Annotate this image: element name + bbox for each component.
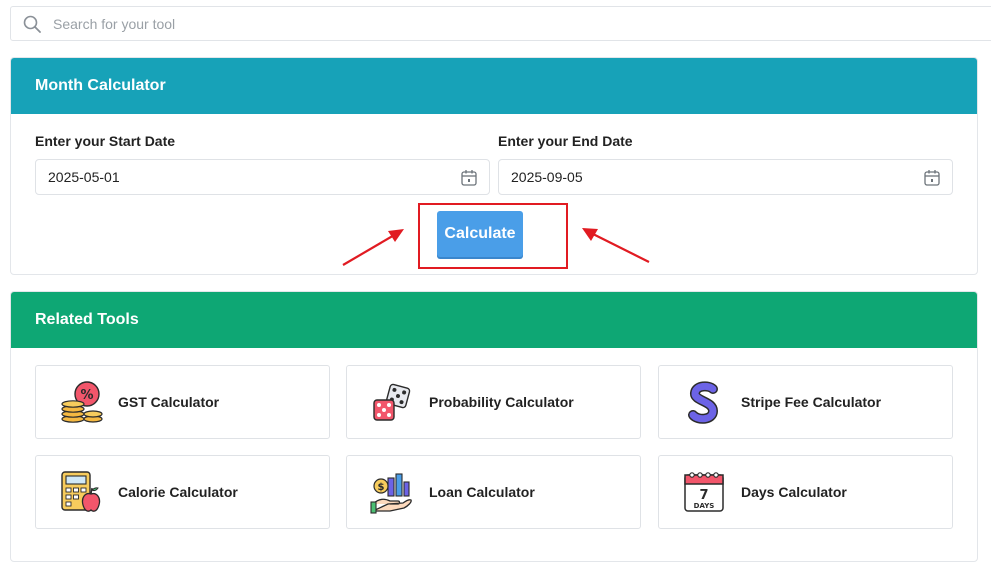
tool-label: Loan Calculator bbox=[429, 484, 535, 500]
calendar-icon[interactable] bbox=[461, 169, 477, 186]
days-icon-word: DAYS bbox=[694, 502, 715, 510]
end-date-input[interactable]: 2025-09-05 bbox=[498, 159, 953, 195]
tool-loan-calculator[interactable]: $ Loan Calculator bbox=[346, 455, 641, 529]
days-icon-number: 7 bbox=[699, 488, 708, 503]
dice-icon bbox=[369, 379, 415, 425]
calculate-button[interactable]: Calculate bbox=[437, 211, 523, 257]
search-bar[interactable] bbox=[10, 6, 991, 41]
search-input[interactable] bbox=[53, 15, 653, 32]
card-title: Month Calculator bbox=[35, 77, 166, 94]
related-tools-card: Related Tools % GST Calculator Probabili… bbox=[10, 291, 978, 562]
related-tools-header: Related Tools bbox=[11, 292, 977, 348]
tool-label: Probability Calculator bbox=[429, 394, 574, 410]
start-date-value: 2025-05-01 bbox=[48, 169, 120, 185]
start-date-label: Enter your Start Date bbox=[35, 133, 176, 149]
tool-probability-calculator[interactable]: Probability Calculator bbox=[346, 365, 641, 439]
tool-label: GST Calculator bbox=[118, 394, 220, 410]
month-calculator-card: Month Calculator Enter your Start Date 2… bbox=[10, 57, 978, 275]
end-date-value: 2025-09-05 bbox=[511, 169, 583, 185]
end-date-label: Enter your End Date bbox=[498, 133, 633, 149]
tool-label: Calorie Calculator bbox=[118, 484, 238, 500]
tool-gst-calculator[interactable]: % GST Calculator bbox=[35, 365, 330, 439]
tool-days-calculator[interactable]: 7 DAYS Days Calculator bbox=[658, 455, 953, 529]
calendar-icon[interactable] bbox=[924, 169, 940, 186]
calendar-7-days-icon: 7 DAYS bbox=[681, 469, 727, 515]
svg-text:%: % bbox=[80, 388, 93, 403]
stripe-s-icon bbox=[681, 379, 727, 425]
tool-stripe-fee-calculator[interactable]: Stripe Fee Calculator bbox=[658, 365, 953, 439]
svg-text:$: $ bbox=[378, 482, 385, 493]
tool-calorie-calculator[interactable]: Calorie Calculator bbox=[35, 455, 330, 529]
gst-coins-icon: % bbox=[58, 379, 104, 425]
calculator-apple-icon bbox=[58, 469, 104, 515]
month-calculator-header: Month Calculator bbox=[11, 58, 977, 114]
search-icon bbox=[23, 15, 41, 33]
start-date-input[interactable]: 2025-05-01 bbox=[35, 159, 490, 195]
card-title: Related Tools bbox=[35, 311, 139, 328]
loan-hand-icon: $ bbox=[369, 469, 415, 515]
tool-label: Stripe Fee Calculator bbox=[741, 394, 882, 410]
tool-label: Days Calculator bbox=[741, 484, 847, 500]
